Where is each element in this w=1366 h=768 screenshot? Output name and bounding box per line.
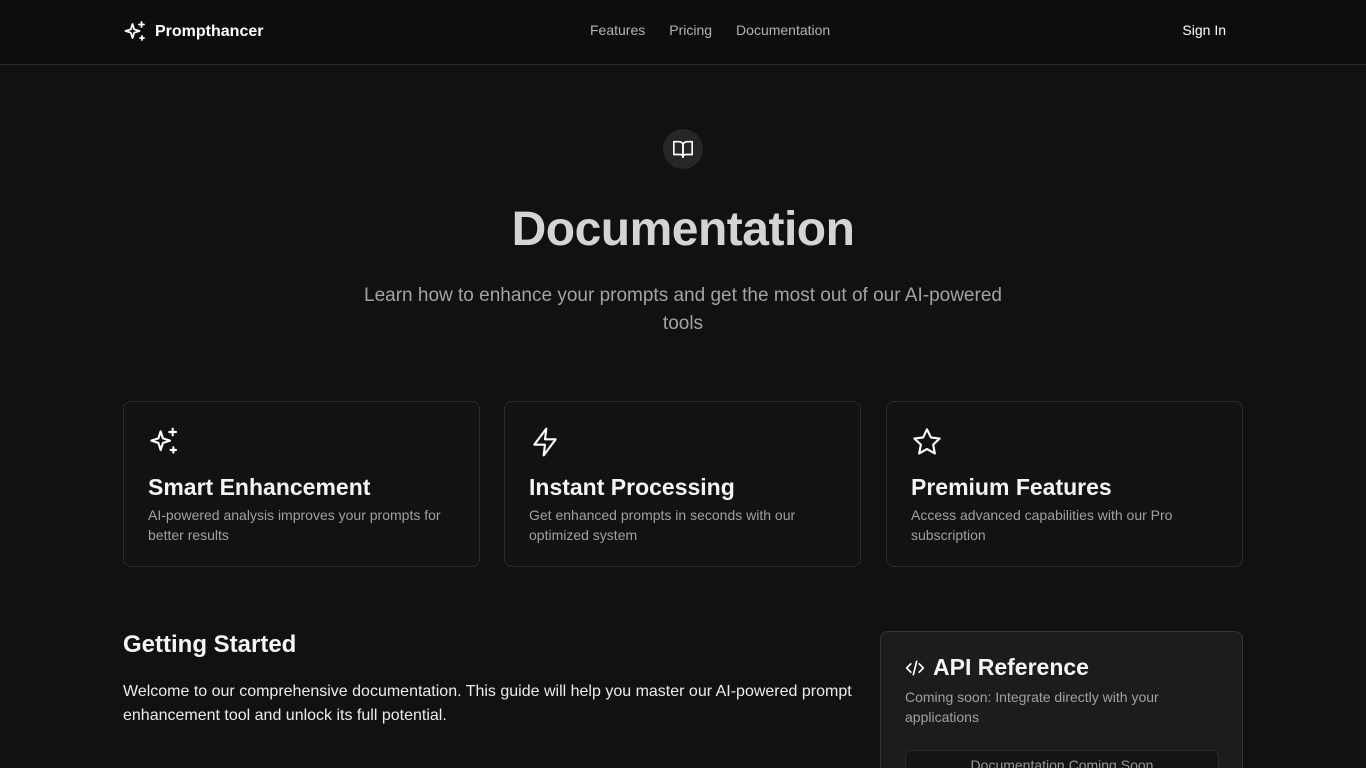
page-title: Documentation: [511, 203, 855, 256]
nav-features-link[interactable]: Features: [590, 22, 645, 38]
api-reference-title: API Reference: [933, 654, 1089, 680]
page-subtitle: Learn how to enhance your prompts and ge…: [364, 285, 1002, 334]
feature-card-description: Get enhanced prompts in seconds with our…: [529, 507, 796, 543]
getting-started-title: Getting Started: [123, 631, 297, 658]
nav-documentation-link[interactable]: Documentation: [736, 22, 830, 38]
feature-card-smart-enhancement: Smart Enhancement AI-powered analysis im…: [123, 401, 480, 567]
page: Prompthancer Features Pricing Documentat…: [0, 0, 1366, 768]
main-nav: Features Pricing Documentation: [590, 22, 830, 38]
code-icon: [905, 660, 925, 675]
feature-card-description: AI-powered analysis improves your prompt…: [148, 507, 441, 543]
nav-pricing-link[interactable]: Pricing: [669, 22, 712, 38]
star-icon: [913, 428, 941, 455]
feature-card-title: Smart Enhancement: [148, 474, 371, 500]
feature-card-instant-processing: Instant Processing Get enhanced prompts …: [504, 401, 861, 567]
book-open-icon: [673, 140, 693, 159]
api-reference-card: API Reference Coming soon: Integrate dir…: [880, 631, 1243, 768]
feature-card-title: Instant Processing: [529, 474, 735, 500]
api-reference-header: API Reference: [905, 654, 1218, 681]
feature-card-title: Premium Features: [911, 474, 1112, 500]
documentation-coming-soon-button[interactable]: Documentation Coming Soon: [905, 750, 1219, 768]
brand-name: Prompthancer: [155, 23, 264, 40]
getting-started-text: Welcome to our comprehensive documentati…: [123, 683, 852, 724]
hero-icon-badge: [663, 129, 703, 169]
feature-card-premium-features: Premium Features Access advanced capabil…: [886, 401, 1243, 567]
sparkles-icon: [150, 427, 178, 454]
sparkles-icon: [124, 21, 145, 41]
sign-in-button[interactable]: Sign In: [1182, 22, 1226, 38]
feature-card-description: Access advanced capabilities with our Pr…: [911, 507, 1173, 543]
zap-icon: [533, 427, 557, 457]
brand-logo[interactable]: Prompthancer: [123, 19, 263, 45]
api-reference-description: Coming soon: Integrate directly with you…: [905, 689, 1159, 725]
top-navbar: Prompthancer Features Pricing Documentat…: [0, 0, 1366, 65]
